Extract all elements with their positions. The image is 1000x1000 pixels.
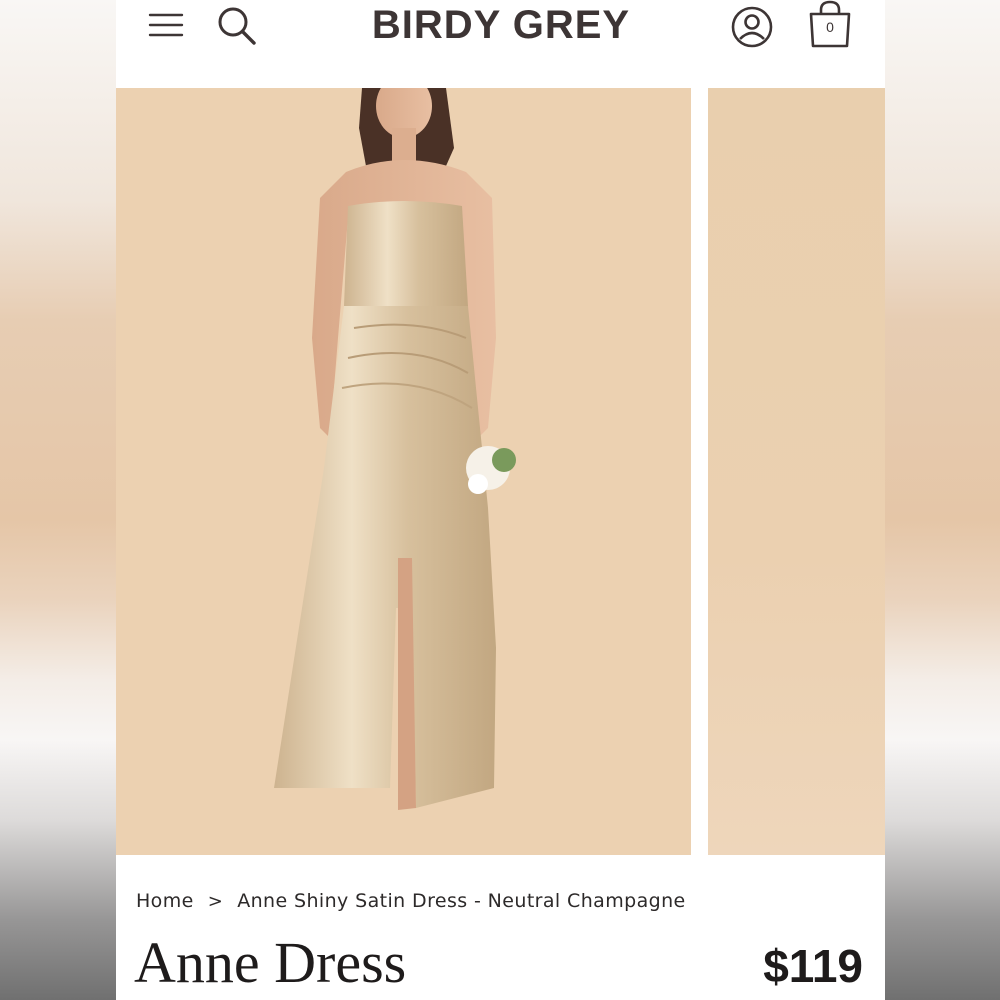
search-icon <box>218 7 256 45</box>
hamburger-menu-icon <box>148 13 184 37</box>
left-blurred-backdrop <box>0 0 116 1000</box>
menu-button[interactable] <box>146 6 186 44</box>
breadcrumb: Home > Anne Shiny Satin Dress - Neutral … <box>136 884 686 918</box>
product-image-next[interactable] <box>708 88 885 855</box>
product-image-main[interactable] <box>116 88 691 855</box>
breadcrumb-home-link[interactable]: Home <box>136 890 194 912</box>
cart-button[interactable]: 0 <box>804 0 856 50</box>
brand-logo[interactable]: BIRDY GREY <box>316 2 686 48</box>
account-icon <box>731 6 773 48</box>
right-blurred-backdrop <box>884 0 1000 1000</box>
product-price: $119 <box>763 940 863 992</box>
product-page: BIRDY GREY 0 Home > Anne Shiny Satin Dre… <box>116 0 885 1000</box>
search-button[interactable] <box>214 4 260 48</box>
account-button[interactable] <box>728 4 776 50</box>
breadcrumb-current: Anne Shiny Satin Dress - Neutral Champag… <box>237 890 686 912</box>
product-title: Anne Dress <box>134 930 407 995</box>
breadcrumb-separator: > <box>207 890 224 912</box>
dress-model-image <box>116 88 691 855</box>
site-header: BIRDY GREY 0 <box>116 0 885 88</box>
cart-count-badge: 0 <box>826 19 834 35</box>
